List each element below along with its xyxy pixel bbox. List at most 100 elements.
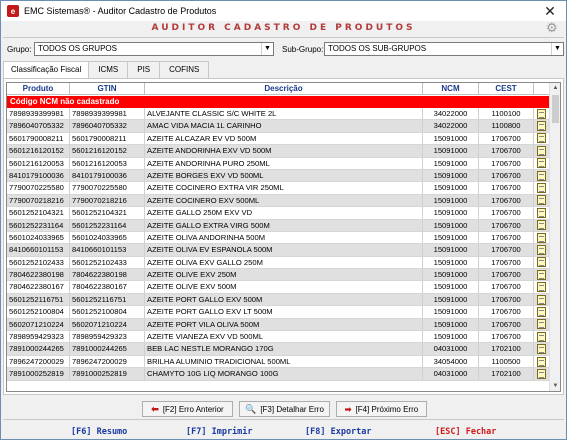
table-row[interactable]: 7790070218216 7790070218216 AZEITE COCINER… bbox=[7, 194, 550, 208]
cell-descricao: AZEITE COCINERO EXTRA VIR 250ML bbox=[145, 182, 423, 194]
table-row[interactable]: 5601216120152 5601216120152 AZEITE ANDORIN… bbox=[7, 145, 550, 158]
table-row[interactable]: 8410660101153 8410660101153 AZEITE OLIVA E… bbox=[7, 244, 550, 257]
row-action-cell[interactable] bbox=[534, 256, 550, 269]
row-action-cell[interactable] bbox=[534, 108, 550, 120]
document-edit-icon[interactable] bbox=[537, 244, 546, 255]
document-edit-icon[interactable] bbox=[537, 158, 546, 169]
row-action-cell[interactable] bbox=[534, 169, 550, 182]
detail-error-button[interactable]: 🔍 [F3] Detalhar Erro bbox=[239, 401, 330, 417]
chevron-down-icon[interactable]: ▼ bbox=[551, 43, 563, 55]
column-header-descricao[interactable]: Descrição bbox=[145, 83, 423, 95]
document-edit-icon[interactable] bbox=[537, 282, 546, 293]
grupo-select[interactable]: TODOS OS GRUPOS ▼ bbox=[34, 42, 274, 56]
document-edit-icon[interactable] bbox=[537, 121, 546, 132]
cell-cest: 1100100 bbox=[479, 108, 534, 120]
document-edit-icon[interactable] bbox=[537, 108, 546, 119]
imprimir-shortcut[interactable]: [F7] Imprimir bbox=[186, 427, 253, 437]
table-row[interactable]: 5601252100804 5601252100804 AZEITE PORT GA… bbox=[7, 306, 550, 319]
chevron-down-icon[interactable]: ▼ bbox=[261, 43, 273, 55]
tab-pis[interactable]: PIS bbox=[127, 61, 161, 78]
table-row[interactable]: 5601252116751 5601252116751 AZEITE PORT GA… bbox=[7, 293, 550, 307]
row-action-cell[interactable] bbox=[534, 293, 550, 306]
column-header-cest[interactable]: CEST bbox=[479, 83, 534, 95]
document-edit-icon[interactable] bbox=[537, 183, 546, 194]
row-action-cell[interactable] bbox=[534, 145, 550, 157]
row-action-cell[interactable] bbox=[534, 120, 550, 132]
row-action-cell[interactable] bbox=[534, 219, 550, 231]
prev-error-button[interactable]: ⬅ [F2] Erro Anterior bbox=[142, 401, 233, 417]
header-divider bbox=[3, 37, 564, 38]
app-icon: e bbox=[7, 5, 19, 17]
row-action-cell[interactable] bbox=[534, 269, 550, 281]
next-error-button[interactable]: ➡ [F4] Próximo Erro bbox=[336, 401, 427, 417]
document-edit-icon[interactable] bbox=[537, 356, 546, 367]
document-edit-icon[interactable] bbox=[537, 331, 546, 342]
document-edit-icon[interactable] bbox=[537, 220, 546, 231]
document-edit-icon[interactable] bbox=[537, 269, 546, 280]
document-edit-icon[interactable] bbox=[537, 207, 546, 218]
table-row[interactable]: 5601024033965 5601024033965 AZEITE OLIVA A… bbox=[7, 231, 550, 245]
row-action-cell[interactable] bbox=[534, 231, 550, 244]
row-action-cell[interactable] bbox=[534, 132, 550, 145]
cell-descricao: AZEITE COCINERO EXV 500ML bbox=[145, 194, 423, 207]
row-action-cell[interactable] bbox=[534, 182, 550, 194]
row-action-cell[interactable] bbox=[534, 244, 550, 256]
row-action-cell[interactable] bbox=[534, 318, 550, 331]
table-row[interactable]: 5601252104321 5601252104321 AZEITE GALLO 2… bbox=[7, 207, 550, 220]
document-edit-icon[interactable] bbox=[537, 170, 546, 181]
scroll-up-icon[interactable]: ▲ bbox=[550, 83, 560, 93]
column-header-ncm[interactable]: NCM bbox=[423, 83, 479, 95]
tab-classificacao-fiscal[interactable]: Classificação Fiscal bbox=[3, 61, 90, 79]
table-row[interactable]: 7790070225580 7790070225580 AZEITE COCINER… bbox=[7, 182, 550, 195]
table-row[interactable]: 5601216120053 5601216120053 AZEITE ANDORIN… bbox=[7, 157, 550, 170]
table-row[interactable]: 7898959429323 7898959429323 AZEITE VIANEZA… bbox=[7, 331, 550, 344]
cell-gtin: 5601790008211 bbox=[70, 132, 145, 145]
document-edit-icon[interactable] bbox=[537, 257, 546, 268]
subgrupo-select[interactable]: TODOS OS SUB-GRUPOS ▼ bbox=[324, 42, 564, 56]
document-edit-icon[interactable] bbox=[537, 319, 546, 330]
row-action-cell[interactable] bbox=[534, 194, 550, 207]
row-action-cell[interactable] bbox=[534, 343, 550, 355]
table-row[interactable]: 5601252102433 5601252102433 AZEITE OLIVA E… bbox=[7, 256, 550, 270]
document-edit-icon[interactable] bbox=[537, 195, 546, 206]
products-grid[interactable]: Produto GTIN Descrição NCM CEST Código N… bbox=[6, 82, 561, 392]
table-row[interactable]: 7896247200029 7896247200029 BRILHA ALUMINI… bbox=[7, 355, 550, 369]
fechar-shortcut[interactable]: [ESC] Fechar bbox=[435, 427, 496, 437]
table-row[interactable]: 5601252231164 5601252231164 AZEITE GALLO E… bbox=[7, 219, 550, 232]
table-row[interactable]: 7891000252819 7891000252819 CHAMYTO 10G LI… bbox=[7, 368, 550, 381]
column-header-produto[interactable]: Produto bbox=[7, 83, 70, 95]
document-edit-icon[interactable] bbox=[537, 232, 546, 243]
table-row[interactable]: 7891000244265 7891000244265 BEB LAC NESTLE… bbox=[7, 343, 550, 356]
resumo-shortcut[interactable]: [F6] Resumo bbox=[71, 427, 127, 437]
document-edit-icon[interactable] bbox=[537, 133, 546, 144]
document-edit-icon[interactable] bbox=[537, 344, 546, 355]
row-action-cell[interactable] bbox=[534, 306, 550, 318]
table-row[interactable]: 5601790008211 5601790008211 AZEITE ALCAZAR… bbox=[7, 132, 550, 146]
table-row[interactable]: 5602071210224 5602071210224 AZEITE PORT VI… bbox=[7, 318, 550, 332]
close-button[interactable]: ✕ bbox=[542, 2, 558, 20]
exportar-shortcut[interactable]: [F8] Exportar bbox=[305, 427, 372, 437]
document-edit-icon[interactable] bbox=[537, 368, 546, 379]
scroll-thumb[interactable] bbox=[552, 95, 559, 123]
scroll-down-icon[interactable]: ▼ bbox=[550, 381, 560, 391]
column-header-gtin[interactable]: GTIN bbox=[70, 83, 145, 95]
cell-descricao: BEB LAC NESTLE MORANGO 170G bbox=[145, 343, 423, 355]
row-action-cell[interactable] bbox=[534, 207, 550, 219]
row-action-cell[interactable] bbox=[534, 331, 550, 343]
row-action-cell[interactable] bbox=[534, 368, 550, 380]
row-action-cell[interactable] bbox=[534, 157, 550, 169]
vertical-scrollbar[interactable]: ▲ ▼ bbox=[549, 83, 560, 391]
document-edit-icon[interactable] bbox=[537, 294, 546, 305]
tab-cofins[interactable]: COFINS bbox=[159, 61, 210, 78]
gear-icon[interactable]: ⚙ bbox=[546, 21, 560, 35]
document-edit-icon[interactable] bbox=[537, 145, 546, 156]
table-row[interactable]: 7804622380167 7804622380167 AZEITE OLIVE E… bbox=[7, 281, 550, 294]
table-row[interactable]: 7898939399981 7898939399981 ALVEJANTE CLAS… bbox=[7, 108, 550, 121]
tab-icms[interactable]: ICMS bbox=[88, 61, 129, 78]
row-action-cell[interactable] bbox=[534, 355, 550, 368]
document-edit-icon[interactable] bbox=[537, 306, 546, 317]
row-action-cell[interactable] bbox=[534, 281, 550, 293]
table-row[interactable]: 8410179100036 8410179100036 AZEITE BORGES … bbox=[7, 169, 550, 183]
table-row[interactable]: 7804622380198 7804622380198 AZEITE OLIVE E… bbox=[7, 269, 550, 282]
table-row[interactable]: 7896040705332 7896040705332 AMAC VIDA MACI… bbox=[7, 120, 550, 133]
